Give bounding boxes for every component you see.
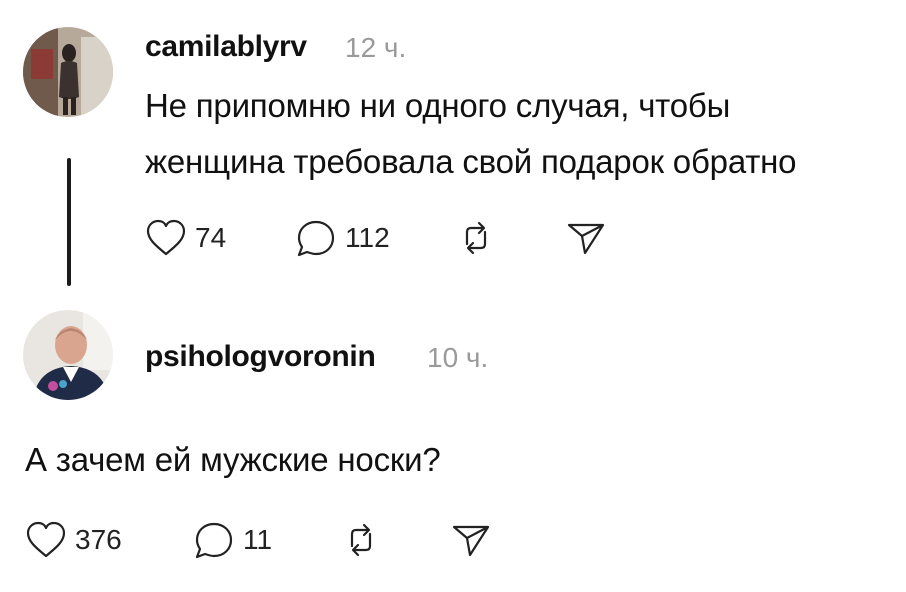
repost-icon [340,520,382,560]
repost-button[interactable] [455,218,565,258]
like-count: 74 [195,222,227,253]
share-button[interactable] [450,520,492,560]
comment-text-line: Не припомню ни одного случая, чтобы [145,87,731,124]
heart-icon [145,218,187,258]
comment-actions: 376 11 [25,520,492,560]
repost-icon [455,218,497,258]
comment-username[interactable]: camilablyrv [145,30,307,64]
reply-button[interactable]: 112 [295,218,455,258]
repost-button[interactable] [340,520,450,560]
like-button[interactable]: 376 [25,520,193,560]
heart-icon [25,520,67,560]
comment-bubble-icon [193,520,235,560]
send-icon [565,218,607,258]
send-icon [450,520,492,560]
comment-timestamp: 10 ч. [427,342,489,373]
avatar-psihologvoronin[interactable] [23,310,113,400]
like-count: 376 [75,524,122,555]
thread-connector-line [67,158,71,286]
reply-count: 112 [345,222,390,253]
comment-timestamp: 12 ч. [345,32,407,63]
reply-count: 11 [243,524,273,555]
comment-text-line: женщина требовала свой подарок обратно [145,143,797,180]
share-button[interactable] [565,218,607,258]
comment-username[interactable]: psihologvoronin [145,340,376,374]
reply-button[interactable]: 11 [193,520,340,560]
comment-text: Не припомню ни одного случая, чтобы женщ… [145,78,797,190]
avatar-camilablyrv[interactable] [23,27,113,117]
comment-actions: 74 112 [145,218,607,258]
like-button[interactable]: 74 [145,218,295,258]
comment-text-line: А зачем ей мужские носки? [25,441,441,478]
comment-bubble-icon [295,218,337,258]
thread-view: camilablyrv 12 ч. Не припомню ни одного … [0,0,906,592]
comment-text: А зачем ей мужские носки? [25,432,441,488]
